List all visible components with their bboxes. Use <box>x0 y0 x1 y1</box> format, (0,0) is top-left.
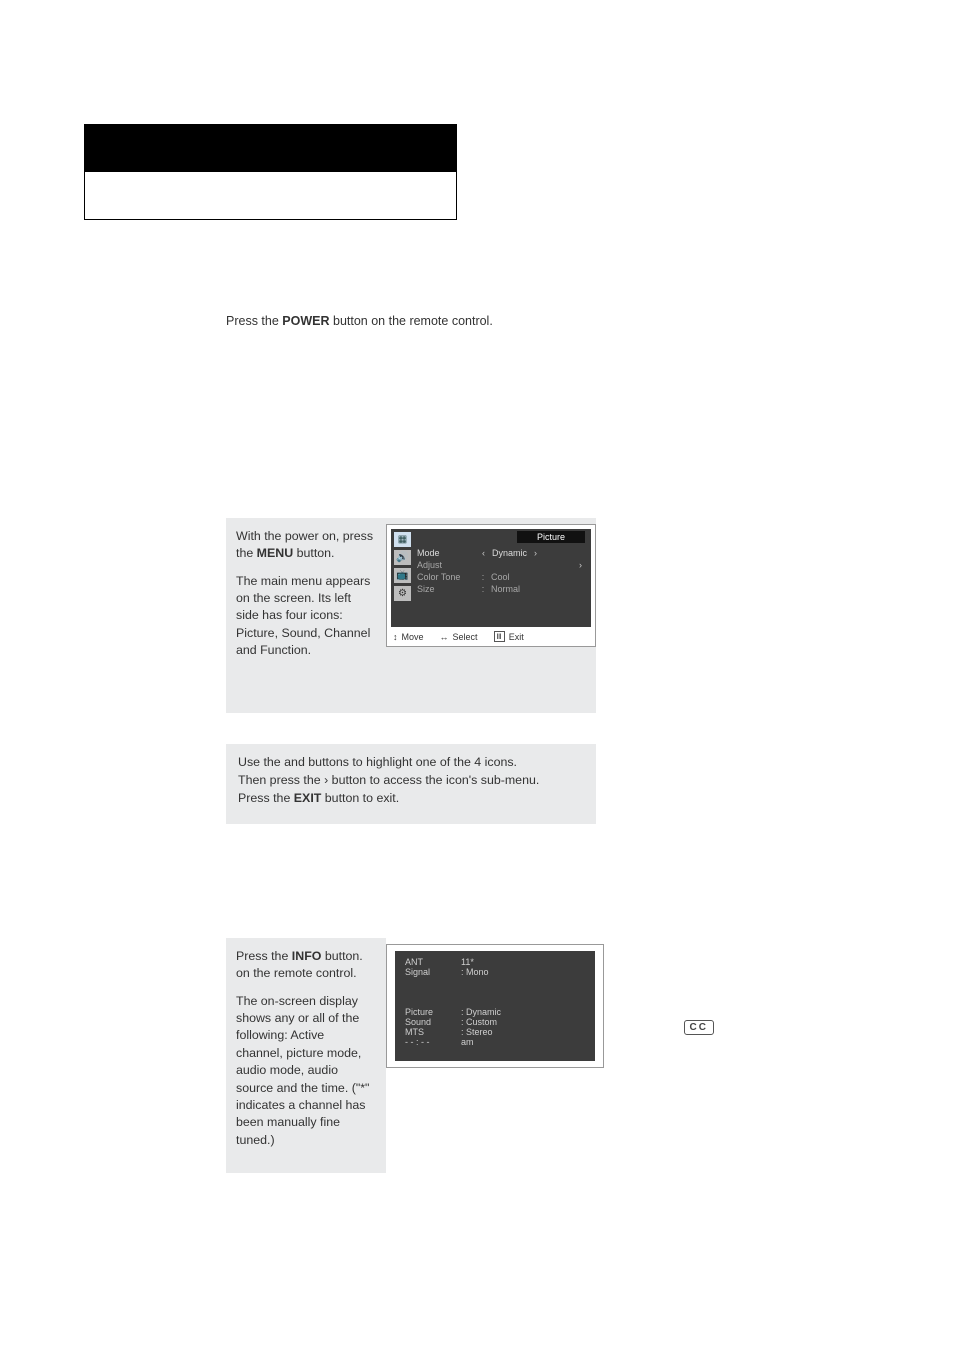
cc-icon: CC <box>684 1020 714 1035</box>
label: Select <box>453 632 478 642</box>
info-row-label: Sound <box>405 1017 453 1027</box>
osd-title: Picture <box>517 531 585 543</box>
step-3-box: Use the and buttons to highlight one of … <box>226 744 596 824</box>
info-screenshot: ANT 11* Signal : Mono Picture : Dynamic Sou… <box>386 944 604 1068</box>
info-row-value: am <box>461 1037 474 1047</box>
info-row-value: 11* <box>461 957 474 967</box>
info-row-label: Picture <box>405 1007 453 1017</box>
chapter-subtitle-bar <box>84 172 457 220</box>
osd-row: Color Tone : Cool <box>417 571 585 583</box>
label: Exit <box>509 632 524 642</box>
step-2-figure: Picture ▦ 🔊 📺 ⚙ Mode ‹ Dynamic <box>386 518 604 713</box>
text: Press the <box>236 949 292 963</box>
osd-row: Size : Normal <box>417 583 585 595</box>
select-hint: Select <box>440 631 478 642</box>
osd-row-label: Size <box>417 584 475 594</box>
osd-row-value: Cool <box>491 572 510 582</box>
osd-footer: Move Select Ⅲ Exit <box>391 627 591 644</box>
step-4: Press the INFO button. on the remote con… <box>226 938 596 1173</box>
info-label: INFO <box>292 949 322 963</box>
osd-row-sep: : <box>479 584 487 594</box>
paragraph: Press the INFO button. on the remote con… <box>236 948 374 983</box>
text: button. <box>293 546 334 560</box>
text: Use the <box>238 755 284 769</box>
osd-row-sep: : <box>479 572 487 582</box>
osd-row-label: Mode <box>417 548 475 558</box>
text: Then press the <box>238 773 324 787</box>
step-2-text: With the power on, press the MENU button… <box>226 518 386 713</box>
step-4-row: Press the INFO button. on the remote con… <box>226 938 596 1173</box>
info-row-label: - - : - - <box>405 1037 453 1047</box>
menu-label: MENU <box>257 546 293 560</box>
exit-hint: Ⅲ Exit <box>494 631 524 642</box>
info-row: - - : - - am <box>405 1037 585 1047</box>
info-row: MTS : Stereo <box>405 1027 585 1037</box>
right-arrow-icon: › <box>531 548 540 558</box>
info-row-value: : Dynamic <box>461 1007 501 1017</box>
power-label: POWER <box>282 314 329 328</box>
text: Press the <box>226 314 282 328</box>
chapter-title-bar <box>84 124 457 172</box>
step-2-box: With the power on, press the MENU button… <box>226 518 596 713</box>
paragraph: The main menu appears on the screen. Its… <box>236 573 374 660</box>
info-row: Picture : Dynamic <box>405 1007 585 1017</box>
info-row-label: Signal <box>405 967 453 977</box>
text: and <box>284 755 308 769</box>
text: Press the <box>238 791 294 805</box>
osd-row-label: Color Tone <box>417 572 475 582</box>
info-osd: ANT 11* Signal : Mono Picture : Dynamic Sou… <box>395 951 595 1061</box>
osd-sidebar-icons: ▦ 🔊 📺 ⚙ <box>394 532 412 601</box>
info-row-value: : Mono <box>461 967 489 977</box>
osd-row: Adjust › <box>417 559 585 571</box>
updown-icon <box>393 632 398 642</box>
exit-label: EXIT <box>294 791 322 805</box>
move-hint: Move <box>393 631 424 642</box>
picture-icon: ▦ <box>394 532 411 547</box>
info-row: Sound : Custom <box>405 1017 585 1027</box>
line: Use the and buttons to highlight one of … <box>238 754 584 772</box>
text: button to access the icon's sub-menu. <box>328 773 539 787</box>
closed-caption-badge: CC <box>684 1020 714 1035</box>
step-4-figure: ANT 11* Signal : Mono Picture : Dynamic Sou… <box>386 938 612 1078</box>
info-row-value: : Stereo <box>461 1027 493 1037</box>
leftright-icon <box>440 632 449 642</box>
info-row: ANT 11* <box>405 957 585 967</box>
osd-row-value: Dynamic <box>492 548 527 558</box>
line: Press the EXIT button to exit. <box>238 790 584 808</box>
paragraph: The on-screen display shows any or all o… <box>236 993 374 1149</box>
osd-screenshot: Picture ▦ 🔊 📺 ⚙ Mode ‹ Dynamic <box>386 524 596 647</box>
paragraph: With the power on, press the MENU button… <box>236 528 374 563</box>
function-icon: ⚙ <box>394 586 411 601</box>
label: Move <box>402 632 424 642</box>
step-4-text: Press the INFO button. on the remote con… <box>226 938 386 1173</box>
osd-row: Mode ‹ Dynamic › <box>417 547 585 559</box>
manual-page: Press the POWER button on the remote con… <box>0 0 954 1351</box>
osd-row-value: Normal <box>491 584 520 594</box>
osd-menu: Picture ▦ 🔊 📺 ⚙ Mode ‹ Dynamic <box>391 529 591 627</box>
line: Then press the › button to access the ic… <box>238 772 584 790</box>
menu-key-icon: Ⅲ <box>494 631 505 642</box>
text: button on the remote control. <box>330 314 493 328</box>
info-row: Signal : Mono <box>405 967 585 977</box>
info-row-label: ANT <box>405 957 453 967</box>
right-arrow-icon: › <box>576 560 585 570</box>
info-row-value: : Custom <box>461 1017 497 1027</box>
text: buttons to highlight one of the 4 icons. <box>308 755 517 769</box>
info-block: Picture : Dynamic Sound : Custom MTS : Ster… <box>405 1007 585 1047</box>
step-1-text: Press the POWER button on the remote con… <box>226 314 596 328</box>
osd-body: Mode ‹ Dynamic › Adjust › Color Tone <box>417 531 585 625</box>
info-row-label: MTS <box>405 1027 453 1037</box>
text: button to exit. <box>321 791 399 805</box>
left-arrow-icon: ‹ <box>479 548 488 558</box>
osd-row-label: Adjust <box>417 560 475 570</box>
step-3: Use the and buttons to highlight one of … <box>226 744 596 824</box>
sound-icon: 🔊 <box>394 550 411 565</box>
step-1: Press the POWER button on the remote con… <box>226 314 596 328</box>
channel-icon: 📺 <box>394 568 411 583</box>
chapter-header <box>84 124 457 220</box>
step-2: With the power on, press the MENU button… <box>226 518 596 713</box>
